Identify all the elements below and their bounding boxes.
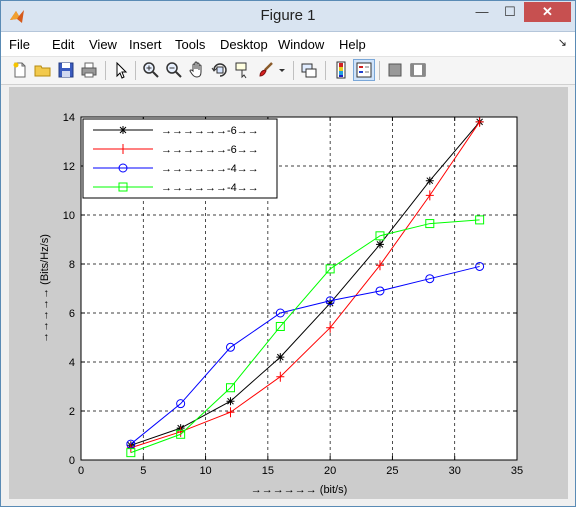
- open-file-icon[interactable]: [33, 60, 53, 80]
- link-plot-icon[interactable]: [299, 60, 319, 80]
- toolbar-separator: [105, 61, 106, 80]
- menu-view[interactable]: View: [89, 37, 117, 52]
- new-figure-icon[interactable]: [10, 60, 30, 80]
- data-cursor-icon[interactable]: [233, 60, 253, 80]
- edit-plot-icon[interactable]: [111, 60, 131, 80]
- menu-edit[interactable]: Edit: [52, 37, 74, 52]
- pan-icon[interactable]: [187, 60, 207, 80]
- x-tick-label: 20: [324, 465, 336, 477]
- legend-label: →→→→→→-6→→: [161, 144, 259, 156]
- toolbar: [1, 57, 575, 85]
- menu-insert[interactable]: Insert: [129, 37, 162, 52]
- y-tick-label: 2: [69, 406, 75, 418]
- x-tick-label: 0: [78, 465, 84, 477]
- y-tick-label: 12: [63, 161, 75, 173]
- toolbar-separator: [135, 61, 136, 80]
- menu-help[interactable]: Help: [339, 37, 366, 52]
- menu-file[interactable]: File: [9, 37, 30, 52]
- brush-icon[interactable]: [256, 60, 276, 80]
- x-axis-label: →→→→→→ (bit/s): [251, 484, 348, 496]
- menu-tools[interactable]: Tools: [175, 37, 205, 52]
- x-tick-label: 10: [199, 465, 211, 477]
- hide-plot-tools-icon[interactable]: [385, 60, 405, 80]
- y-tick-label: 10: [63, 210, 75, 222]
- menu-window[interactable]: Window: [278, 37, 324, 52]
- toolbar-separator: [325, 61, 326, 80]
- zoom-in-icon[interactable]: [141, 60, 161, 80]
- x-tick-label: 25: [386, 465, 398, 477]
- minimize-button[interactable]: —: [469, 2, 495, 22]
- data-point: [375, 240, 384, 249]
- brush-dropdown-icon[interactable]: [277, 60, 287, 80]
- x-tick-label: 30: [449, 465, 461, 477]
- title-bar[interactable]: Figure 1 — ☐ ✕: [1, 1, 575, 32]
- zoom-out-icon[interactable]: [164, 60, 184, 80]
- dock-figure-icon[interactable]: ↘: [558, 36, 567, 49]
- legend-label: →→→→→→-4→→: [161, 182, 259, 194]
- menu-desktop[interactable]: Desktop: [220, 37, 268, 52]
- toolbar-separator: [379, 61, 380, 80]
- data-point: [425, 176, 434, 185]
- save-icon[interactable]: [56, 60, 76, 80]
- y-tick-label: 6: [69, 308, 75, 320]
- insert-colorbar-icon[interactable]: [331, 60, 351, 80]
- x-tick-label: 5: [140, 465, 146, 477]
- close-button[interactable]: ✕: [524, 2, 571, 22]
- maximize-button[interactable]: ☐: [497, 2, 523, 22]
- y-tick-label: 14: [63, 112, 75, 124]
- print-icon[interactable]: [79, 60, 99, 80]
- x-tick-label: 15: [262, 465, 274, 477]
- y-tick-label: 0: [69, 455, 75, 467]
- legend-label: →→→→→→-6→→: [161, 125, 259, 137]
- y-axis-label: →→→→→ (Bits/Hz/s): [39, 234, 51, 343]
- legend-marker: [119, 126, 127, 134]
- y-tick-label: 4: [69, 357, 75, 369]
- data-point: [226, 397, 235, 406]
- data-point: [276, 353, 285, 362]
- menu-bar: File Edit View Insert Tools Desktop Wind…: [1, 32, 575, 57]
- figure-window: Figure 1 — ☐ ✕ File Edit View Insert Too…: [0, 0, 576, 507]
- legend-label: →→→→→→-4→→: [161, 163, 259, 175]
- y-tick-label: 8: [69, 259, 75, 271]
- legend[interactable]: →→→→→→-6→→ →→→→→→-6→→ →→→→→→-4→→ →→→→→→-4→→: [82, 118, 278, 199]
- toolbar-separator: [293, 61, 294, 80]
- line-chart[interactable]: 0 5 10 15 20 25 30 35 0 2 4 6 8 10 12 14 →→→→→→ (bit/s)…: [9, 87, 568, 499]
- figure-canvas: 0 5 10 15 20 25 30 35 0 2 4 6 8 10 12 14 →→→→→→ (bit/s)…: [9, 87, 568, 499]
- rotate-3d-icon[interactable]: [210, 60, 230, 80]
- x-tick-label: 35: [511, 465, 523, 477]
- show-plot-tools-icon[interactable]: [408, 60, 428, 80]
- insert-legend-icon[interactable]: [353, 59, 375, 81]
